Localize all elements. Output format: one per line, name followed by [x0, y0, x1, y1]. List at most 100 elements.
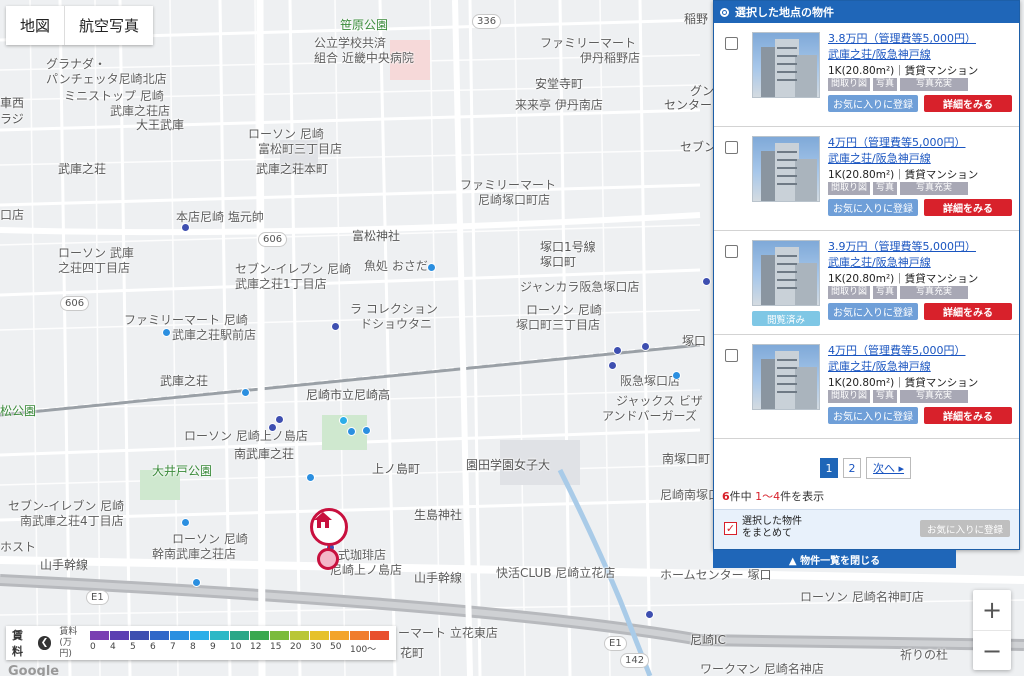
legend-color-bars — [90, 631, 390, 640]
listing-photo[interactable] — [752, 240, 820, 306]
view-detail-button[interactable]: 詳細をみる — [924, 407, 1012, 424]
rent-marker[interactable] — [702, 277, 711, 286]
map-label: 伊丹稲野店 — [580, 51, 641, 65]
bulk-favorite-button[interactable]: お気に入りに登録 — [920, 520, 1010, 537]
rent-marker[interactable] — [162, 328, 171, 337]
listing-photo[interactable] — [752, 344, 820, 410]
rent-marker[interactable] — [645, 610, 654, 619]
listing-checkbox[interactable] — [725, 349, 738, 362]
map-label: ファミリーマート 尼崎 — [124, 313, 248, 327]
listing-photo[interactable] — [752, 32, 820, 98]
rent-marker[interactable] — [181, 223, 190, 232]
map-label: パンチェッタ尼崎北店 — [46, 72, 167, 86]
add-favorite-button[interactable]: お気に入りに登録 — [828, 407, 918, 424]
view-detail-button[interactable]: 詳細をみる — [924, 95, 1012, 112]
rent-marker[interactable] — [331, 322, 340, 331]
tag-photos-full: 写真充実 — [900, 390, 969, 403]
rent-marker[interactable] — [268, 423, 277, 432]
add-favorite-button[interactable]: お気に入りに登録 — [828, 199, 918, 216]
map-label: セブン — [680, 140, 717, 154]
map-label: 松公園 — [0, 404, 37, 418]
close-listings-button[interactable]: ▲ 物件一覧を閉じる — [713, 550, 956, 568]
map-label: 花町 — [400, 646, 425, 660]
map-label: 塚口 — [682, 334, 707, 348]
legend-collapse-icon[interactable]: ❮ — [37, 636, 52, 650]
listing-card: 3.8万円（管理費等5,000円） 武庫之荘/阪急神戸線 1K(20.80m²)｜賃… — [714, 23, 1019, 127]
rent-marker[interactable] — [613, 346, 622, 355]
page-1-button[interactable]: 1 — [820, 458, 838, 478]
listing-station-link[interactable]: 武庫之荘/阪急神戸線 — [828, 254, 931, 270]
rent-marker[interactable] — [427, 263, 436, 272]
map-label: 式珈琲店 — [338, 548, 387, 562]
selected-location-marker[interactable] — [317, 548, 339, 570]
legend-tick-label: 5 — [130, 642, 136, 652]
listing-price-link[interactable]: 3.8万円（管理費等5,000円） — [828, 30, 976, 46]
view-detail-button[interactable]: 詳細をみる — [924, 199, 1012, 216]
map-label: 生島神社 — [414, 508, 463, 522]
zoom-in-button[interactable]: + — [973, 590, 1011, 630]
map-label: 塚口1号線 — [540, 240, 596, 254]
map-label: 幹南武庫之荘店 — [152, 547, 237, 561]
map-label: 祈りの杜 — [900, 648, 949, 662]
map-label: ドショウタニ — [360, 317, 433, 331]
listing-spec: 1K(20.80m²)｜賃貸マンション — [828, 377, 979, 389]
rent-marker[interactable] — [347, 427, 356, 436]
legend-tick-label: 30 — [310, 642, 322, 652]
rent-marker[interactable] — [241, 388, 250, 397]
rent-marker[interactable] — [192, 578, 201, 587]
legend-tick-label: 10 — [230, 642, 242, 652]
map-label: 武庫之荘 — [58, 162, 107, 176]
listing-station-link[interactable]: 武庫之荘/阪急神戸線 — [828, 46, 931, 62]
rent-marker[interactable] — [608, 361, 617, 370]
map-label: 本店尼崎 塩元帥 — [176, 210, 264, 224]
map-label: グラナダ・ — [46, 57, 107, 71]
rent-marker[interactable] — [672, 371, 681, 380]
tag-photo: 写真 — [873, 286, 898, 299]
rent-marker[interactable] — [306, 473, 315, 482]
add-favorite-button[interactable]: お気に入りに登録 — [828, 303, 918, 320]
map-label: 安堂寺町 — [535, 77, 584, 91]
rent-marker[interactable] — [339, 416, 348, 425]
map-label: 山手幹線 — [40, 558, 89, 572]
legend-color-swatch — [210, 631, 229, 640]
legend-tick-label: 50 — [330, 642, 342, 652]
listing-photo[interactable] — [752, 136, 820, 202]
rent-marker[interactable] — [362, 426, 371, 435]
listing-station-link[interactable]: 武庫之荘/阪急神戸線 — [828, 150, 931, 166]
zoom-out-button[interactable]: − — [973, 630, 1011, 670]
legend-color-swatch — [250, 631, 269, 640]
listing-price-link[interactable]: 3.9万円（管理費等5,000円） — [828, 238, 976, 254]
view-detail-button[interactable]: 詳細をみる — [924, 303, 1012, 320]
listing-price-link[interactable]: 4万円（管理費等5,000円） — [828, 342, 966, 358]
listing-station-link[interactable]: 武庫之荘/阪急神戸線 — [828, 358, 931, 374]
listing-price-link[interactable]: 4万円（管理費等5,000円） — [828, 134, 966, 150]
zoom-control: + − — [973, 590, 1011, 670]
page-2-button[interactable]: 2 — [843, 458, 861, 478]
rent-marker[interactable] — [275, 415, 284, 424]
listing-checkbox[interactable] — [725, 245, 738, 258]
next-page-link[interactable]: 次へ ▸ — [866, 457, 912, 479]
bulk-label-line-2: をまとめて — [742, 528, 792, 539]
tag-photos-full: 写真充実 — [900, 78, 969, 91]
tab-map[interactable]: 地図 — [6, 6, 64, 45]
rent-marker[interactable] — [181, 518, 190, 527]
rent-marker[interactable] — [641, 342, 650, 351]
tab-aerial-photo[interactable]: 航空写真 — [64, 6, 153, 45]
add-favorite-button[interactable]: お気に入りに登録 — [828, 95, 918, 112]
bulk-select-checkbox[interactable]: ✓ — [724, 522, 737, 535]
listing-tags: 間取り図 写真 写真充実 — [828, 182, 971, 195]
listing-checkbox[interactable] — [725, 141, 738, 154]
home-pin-icon[interactable] — [310, 508, 348, 546]
map-label: 園田学園女子大 — [466, 458, 551, 472]
map-label: 阪急塚口店 — [620, 374, 681, 388]
map-label: ローソン 尼崎 — [172, 532, 248, 546]
legend-title: 賃料 — [12, 629, 23, 658]
panel-title: 選択した地点の物件 — [735, 6, 834, 19]
listing-checkbox[interactable] — [725, 37, 738, 50]
legend-color-swatch — [130, 631, 149, 640]
selected-listings-panel: 選択した地点の物件 3.8万円（管理費等5,000円） 武庫之荘/阪急神戸線 1K(… — [713, 0, 1020, 550]
map-label: 尼崎市立尼崎高 — [306, 388, 391, 402]
map-label: 塚口町 — [540, 255, 577, 269]
bulk-label-line-1: 選択した物件 — [742, 516, 802, 527]
road-number-badge: E1 — [86, 590, 109, 605]
